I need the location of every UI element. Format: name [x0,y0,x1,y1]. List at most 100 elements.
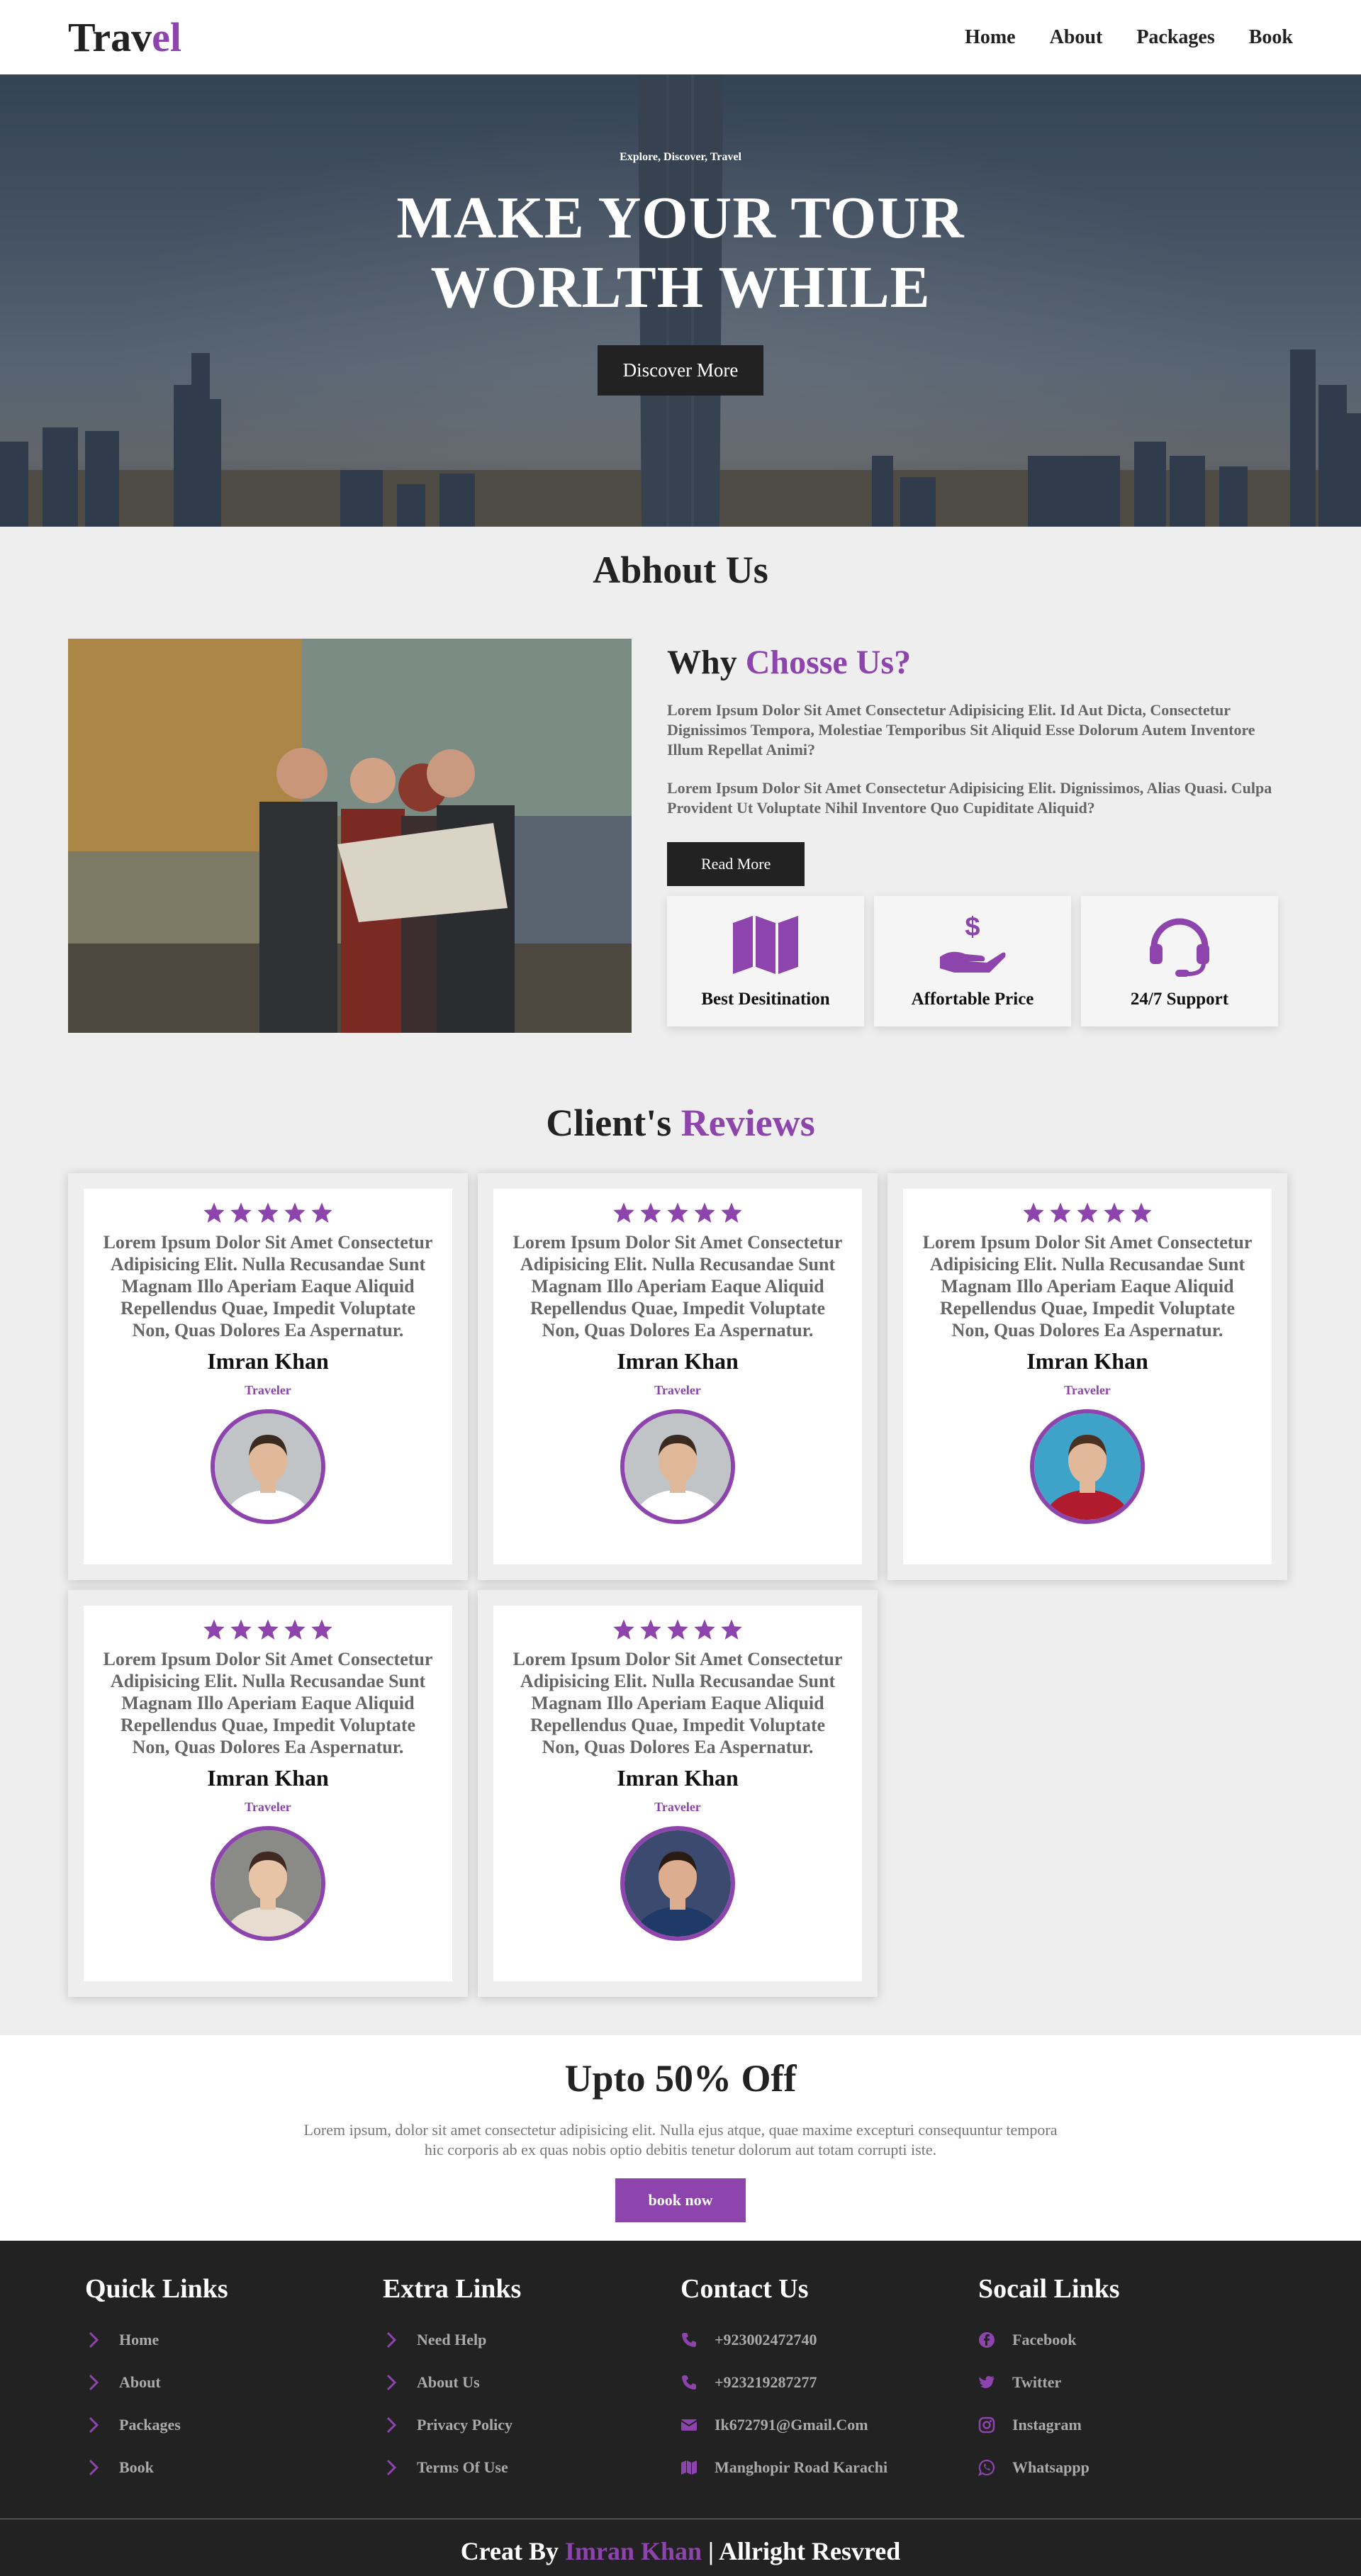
star-icon [230,1202,252,1223]
footer-extra-links: Extra Links Need Help About Us Privacy Pol… [383,2273,680,2489]
hero-title: MAKE YOUR TOUR WORLTH WHILE [0,184,1361,323]
footer-contact: Contact Us +923002472740 +923219287277 Ik6… [680,2273,978,2489]
star-icon [311,1619,332,1640]
discover-more-button[interactable]: Discover More [597,345,764,396]
review-grid: Lorem Ipsum Dolor Sit Amet Consectetur A… [68,1173,1293,1997]
footer-link-packages[interactable]: Packages [85,2404,383,2446]
footer-link-terms-of-use[interactable]: Terms Of Use [383,2446,680,2489]
map-icon [733,916,798,974]
star-icon [694,1619,715,1640]
footer-link-label: About Us [417,2373,480,2391]
footer-link-manghopir-road-karachi[interactable]: Manghopir Road Karachi [680,2446,978,2489]
footer-link-label: Twitter [1012,2373,1062,2391]
footer-link-label: Need Help [417,2331,487,2348]
star-icon [230,1619,252,1640]
reviewer-name: Imran Khan [207,1765,329,1791]
friends-illustration [68,639,632,1033]
footer-link-label: About [119,2373,161,2391]
about-title: Abhout Us [593,549,768,591]
review-text: Lorem Ipsum Dolor Sit Amet Consectetur A… [513,1232,843,1340]
footer-link-privacy-policy[interactable]: Privacy Policy [383,2404,680,2446]
instagram-icon [978,2417,995,2434]
phone-icon [682,2375,696,2390]
chevron-right-icon [89,2331,99,2348]
reviewer-name: Imran Khan [207,1348,329,1374]
review-card: Lorem Ipsum Dolor Sit Amet Consectetur A… [68,1173,468,1580]
nav-packages[interactable]: Packages [1136,26,1214,49]
chevron-right-icon [89,2459,99,2476]
footer-link-ik672791-gmail-com[interactable]: Ik672791@Gmail.Com [680,2404,978,2446]
star-icon [1077,1202,1098,1223]
site-footer: Quick Links Home About Packages Book Extra … [0,2241,1361,2576]
feature-label: 24/7 Support [1130,990,1229,1009]
reviewer-role: Traveler [1064,1383,1111,1397]
star-rating [102,1618,434,1641]
review-text: Lorem Ipsum Dolor Sit Amet Consectetur A… [513,1649,843,1757]
footer-link-923002472740[interactable]: +923002472740 [680,2319,978,2361]
main-nav: Home About Packages Book [965,26,1293,49]
star-rating [922,1202,1253,1224]
nav-home[interactable]: Home [965,26,1016,49]
hero-kicker: Explore, Discover, Travel [620,151,741,163]
logo[interactable]: Travel [68,13,181,61]
feature-affordable-price: $ Affortable Price [874,896,1071,1026]
whatsapp-icon [978,2459,995,2476]
footer-link-whatsappp[interactable]: Whatsappp [978,2446,1276,2489]
headset-icon [1150,918,1209,977]
chevron-right-icon [386,2331,397,2348]
nav-about[interactable]: About [1050,26,1103,49]
avatar-portrait [1034,1413,1141,1520]
footer-link-label: Facebook [1012,2331,1077,2348]
footer-link-label: Manghopir Road Karachi [715,2458,888,2476]
svg-text:$: $ [965,913,980,942]
author-name: Imran Khan [565,2537,702,2565]
footer-link-instagram[interactable]: Instagram [978,2404,1276,2446]
footer-link-need-help[interactable]: Need Help [383,2319,680,2361]
star-icon [1131,1202,1152,1223]
about-text: Why Chosse Us? Lorem Ipsum Dolor Sit Ame… [667,639,1293,1033]
feature-best-destination: Best Desitination [667,896,864,1026]
hero-content: Explore, Discover, Travel MAKE YOUR TOUR… [0,74,1361,396]
star-icon [1050,1202,1071,1223]
footer-contact-title: Contact Us [680,2274,809,2304]
footer-link-label: Privacy Policy [417,2416,513,2434]
review-card: Lorem Ipsum Dolor Sit Amet Consectetur A… [68,1590,468,1997]
reviewer-name: Imran Khan [617,1765,739,1791]
reviewer-role: Traveler [654,1383,701,1397]
footer-link-home[interactable]: Home [85,2319,383,2361]
reviews-title: Client's Reviews [546,1102,815,1144]
avatar-portrait [625,1830,731,1937]
review-text: Lorem Ipsum Dolor Sit Amet Consectetur A… [922,1232,1253,1340]
nav-book[interactable]: Book [1249,26,1293,49]
footer-link-label: Ik672791@Gmail.Com [715,2416,868,2434]
footer-link-923219287277[interactable]: +923219287277 [680,2361,978,2404]
star-icon [284,1202,306,1223]
site-header: Travel Home About Packages Book [0,0,1361,74]
footer-link-about[interactable]: About [85,2361,383,2404]
star-icon [667,1619,688,1640]
footer-link-label: Book [119,2458,154,2476]
footer-social-title: Socail Links [978,2274,1120,2304]
envelope-icon [680,2419,698,2431]
about-paragraph-2: Lorem Ipsum Dolor Sit Amet Consectetur A… [667,779,1272,817]
star-icon [284,1619,306,1640]
review-card-inner: Lorem Ipsum Dolor Sit Amet Consectetur A… [493,1189,862,1564]
star-icon [203,1202,225,1223]
footer-link-twitter[interactable]: Twitter [978,2361,1276,2404]
footer-link-book[interactable]: Book [85,2446,383,2489]
footer-link-facebook[interactable]: Facebook [978,2319,1276,2361]
book-now-button[interactable]: book now [615,2178,746,2222]
chevron-right-icon [89,2374,99,2391]
footer-quick-links: Quick Links Home About Packages Book [85,2273,383,2489]
star-rating [512,1618,844,1641]
offer-section: Upto 50% Off Lorem ipsum, dolor sit amet… [0,2035,1361,2241]
read-more-button[interactable]: Read More [667,842,805,886]
review-text: Lorem Ipsum Dolor Sit Amet Consectetur A… [103,1649,433,1757]
avatar [211,1826,325,1941]
about-section: Abhout Us Why Chosse Us? Lorem Ipsum Dol… [0,527,1361,1061]
footer-link-about-us[interactable]: About Us [383,2361,680,2404]
feature-cards: Best Desitination $ Affortable Price 24/… [667,896,1293,1026]
facebook-icon [979,2332,995,2348]
hand-dollar-icon: $ [940,913,1006,973]
review-card-inner: Lorem Ipsum Dolor Sit Amet Consectetur A… [903,1189,1272,1564]
